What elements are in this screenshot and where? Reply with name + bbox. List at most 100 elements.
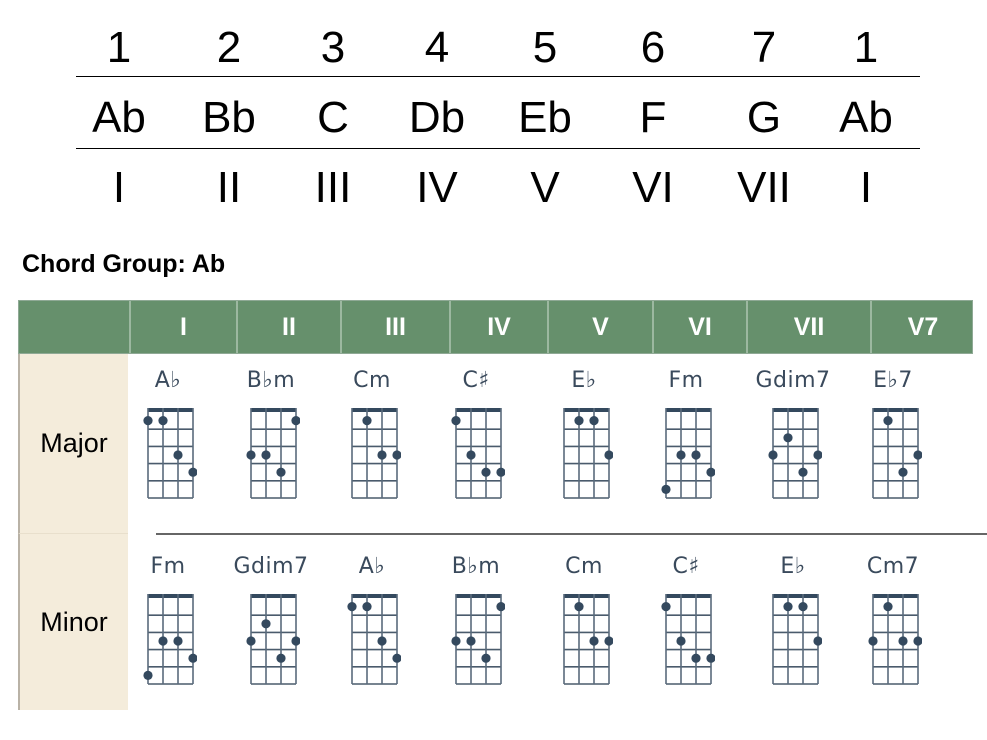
finger-dot [143, 416, 153, 426]
header-numeral: IV [449, 301, 547, 353]
finger-dot [706, 653, 715, 663]
finger-dot [798, 467, 808, 477]
finger-dot [276, 467, 286, 477]
scale-numeral: VI [632, 163, 674, 212]
header-corner [19, 301, 129, 353]
finger-dot [261, 619, 271, 629]
finger-dot [868, 636, 878, 646]
finger-dot [768, 450, 778, 460]
chord-name: Gdim7 [233, 554, 309, 579]
finger-dot [604, 636, 613, 646]
nut [456, 594, 501, 598]
chord-name: Gdim7 [755, 368, 831, 393]
finger-dot [676, 636, 686, 646]
finger-dot [451, 416, 461, 426]
chord-name: E♭ [780, 554, 806, 579]
chord-name: Fm [668, 368, 704, 393]
scale-numeral: I [859, 163, 873, 212]
finger-dot [392, 450, 401, 460]
nut [773, 594, 818, 598]
chord-name: A♭ [154, 368, 182, 393]
finger-dot [481, 467, 491, 477]
scale-divider [76, 148, 920, 149]
scale-note: Ab [92, 93, 146, 142]
finger-dot [813, 450, 822, 460]
finger-dot [898, 636, 908, 646]
chord-name: E♭7 [873, 368, 913, 393]
finger-dot [246, 636, 256, 646]
finger-dot [481, 653, 491, 663]
finger-dot [261, 450, 271, 460]
chord-name: Cm7 [866, 554, 920, 579]
nut [148, 594, 193, 598]
chord-name: Cm [353, 368, 391, 393]
row-divider [156, 533, 987, 535]
header-numeral: II [236, 301, 340, 353]
scale-numeral: V [530, 163, 560, 212]
nut [352, 408, 397, 412]
fretboard [351, 408, 401, 499]
finger-dot [466, 636, 476, 646]
finger-dot [173, 450, 183, 460]
scale-numeral: I [112, 163, 126, 212]
nut [873, 408, 918, 412]
fretboard [246, 594, 300, 685]
scale-note: F [639, 93, 667, 142]
finger-dot [291, 636, 300, 646]
finger-dot [158, 416, 168, 426]
chord-name: A♭ [358, 554, 386, 579]
finger-dot [883, 416, 893, 426]
finger-dot [676, 450, 686, 460]
finger-dot [246, 450, 256, 460]
finger-dot [188, 653, 197, 663]
fretboard [868, 594, 922, 685]
scale-numeral: III [314, 163, 352, 212]
nut [666, 594, 711, 598]
chord-group-title: Chord Group: Ab [22, 250, 226, 278]
finger-dot [589, 416, 599, 426]
finger-dot [173, 636, 183, 646]
nut [352, 594, 397, 598]
scale-note: C [317, 93, 349, 142]
finger-dot [377, 636, 387, 646]
nut [773, 408, 818, 412]
chord-table-header: I II III IV V VI VII V7 [18, 300, 973, 354]
chord-name: C♯ [672, 554, 700, 579]
chord-name: Fm [150, 554, 186, 579]
finger-dot [706, 467, 715, 477]
scale-degree: 7 [751, 23, 777, 72]
header-numeral: III [340, 301, 449, 353]
finger-dot [913, 636, 922, 646]
header-numeral: VII [746, 301, 870, 353]
finger-dot [188, 467, 197, 477]
row-label-major: Major [18, 354, 128, 534]
scale-numeral: IV [416, 163, 458, 212]
nut [148, 408, 193, 412]
fretboard [451, 408, 505, 499]
finger-dot [913, 450, 922, 460]
fretboard [661, 408, 715, 499]
finger-dot [496, 602, 505, 612]
scale-degree: 2 [216, 23, 242, 72]
fretboard [563, 408, 613, 499]
finger-dot [898, 467, 908, 477]
nut [666, 408, 711, 412]
finger-dot [158, 636, 168, 646]
fretboard [768, 408, 822, 499]
chord-name: Cm [565, 554, 603, 579]
finger-dot [496, 467, 505, 477]
scale-numeral-row: I II III IV V VI VII I [76, 158, 920, 214]
finger-dot [589, 636, 599, 646]
header-numeral: V7 [870, 301, 974, 353]
nut [251, 594, 296, 598]
scale-note: Db [408, 93, 466, 142]
finger-dot [783, 602, 793, 612]
nut [564, 408, 609, 412]
finger-dot [783, 433, 793, 443]
fretboard [246, 408, 300, 499]
finger-dot [574, 602, 584, 612]
finger-dot [813, 636, 822, 646]
fretboard [143, 594, 197, 685]
scale-numeral: VII [737, 163, 791, 212]
scale-note: G [746, 93, 782, 142]
